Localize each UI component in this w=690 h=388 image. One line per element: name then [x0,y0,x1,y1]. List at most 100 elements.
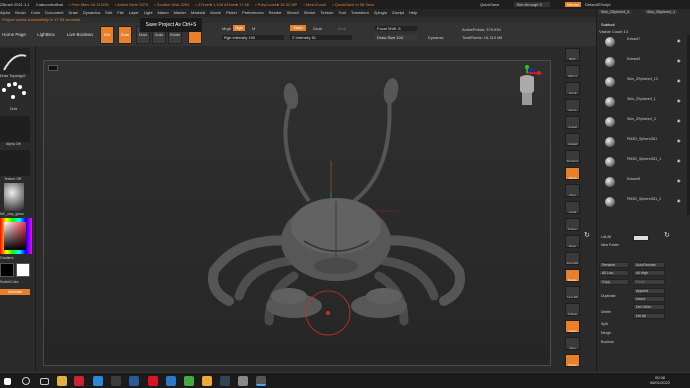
subtool-row[interactable]: Skin_ZSphere4_1 ◉ [597,95,690,107]
rgb-button[interactable]: Rgb [233,25,245,31]
material-thumbnail[interactable] [4,183,24,211]
dynamic-button[interactable]: Dynamic [428,35,444,40]
all-high-button[interactable]: All High [633,270,665,276]
insert-button[interactable]: Insert [633,296,665,302]
eye-icon[interactable]: ◉ [677,78,681,83]
app-icon-4[interactable] [148,376,158,386]
subtool-row[interactable]: Skin_ZSphere4_13 ◉ [597,75,690,87]
menu-texture[interactable]: Texture [320,10,333,15]
rtool-solo-button[interactable]: Solo [565,337,580,350]
menu-marker[interactable]: Marker [174,10,186,15]
menu-edit[interactable]: Edit [105,10,112,15]
menu-alpha[interactable]: Alpha [0,10,10,15]
auto-reorder-button[interactable]: AutoReorder [633,262,665,268]
subtool-row[interactable]: PM3D_Sphere3D1_2 ◉ [597,195,690,207]
rtool-aahalf-button[interactable]: AAHalf [565,133,580,146]
zsub-button[interactable]: Zsub [313,26,322,31]
rtool-zoom-button[interactable]: Zoom [565,99,580,112]
canvas-viewport[interactable] [43,60,551,366]
subtool-row[interactable]: PM3D_Sphere3D1_1 ◉ [597,155,690,167]
zbrush-taskbar-icon[interactable] [256,376,266,386]
mrgb-label[interactable]: Mrgb [222,26,231,31]
main-color-swatch[interactable] [16,263,30,277]
app-icon-1[interactable] [74,376,84,386]
merge-button[interactable]: Merge [599,331,629,337]
rtool-floor-button[interactable]: Floor [565,184,580,197]
m-button[interactable]: M [252,26,255,31]
rtool-line-fill-button[interactable]: Line Fill [565,286,580,299]
brush-thumbnail[interactable] [0,48,30,74]
color-picker[interactable] [0,218,32,254]
rgb-intensity-slider[interactable]: Rgb Intensity 100 [222,35,284,40]
quicksave-button[interactable]: QuickSave [480,2,499,7]
menus-button[interactable]: Menus [564,2,581,7]
rtool-ghost-button[interactable]: Ghost [565,320,580,333]
color-square[interactable] [4,222,26,250]
tab-live-boolean[interactable]: Live Boolean [64,25,96,45]
focal-shift-slider[interactable]: Focal Shift -5 [375,26,417,31]
subtool-row[interactable]: Skin_ZSphere4_3 ◉ [597,115,690,127]
subtool-row[interactable]: Extract5 ◉ [597,175,690,187]
z-intensity-slider[interactable]: Z Intensity 51 [290,35,352,40]
alpha-thumbnail[interactable] [0,116,30,142]
del-other-button[interactable]: Del Other [633,304,665,310]
search-icon[interactable] [22,377,30,385]
draw-button[interactable]: Draw [118,26,132,44]
rtool-dynamic-button[interactable]: Dynamic [565,150,580,163]
menu-macro[interactable]: Macro [157,10,168,15]
menu-picker[interactable]: Picker [226,10,237,15]
new-folder-button[interactable]: New Folder [599,243,629,249]
menu-color[interactable]: Color [31,10,41,15]
app-icon-6[interactable] [184,376,194,386]
subtool-header[interactable]: Subtool [601,22,615,27]
app-icon-2[interactable] [111,376,121,386]
subtool-row[interactable]: Extract7 ◉ [597,35,690,47]
app-icon-8[interactable] [220,376,230,386]
edit-button[interactable]: Edit [100,26,114,44]
menu-document[interactable]: Document [45,10,63,15]
secondary-color-swatch[interactable] [0,263,14,277]
copy-button[interactable]: Copy [599,279,629,285]
menu-help[interactable]: Help [409,10,417,15]
rtool-bpr-button[interactable]: BPR [565,48,580,61]
menu-tool[interactable]: Tool [338,10,345,15]
subtool-row[interactable]: Extract3 ◉ [597,55,690,67]
app-icon-5[interactable] [166,376,176,386]
rtool-spix-3-button[interactable]: SPix 3 [565,65,580,78]
menu-movie[interactable]: Movie [210,10,221,15]
menu-light[interactable]: Light [144,10,153,15]
edge-icon[interactable] [93,376,103,386]
rtool-rotate-button[interactable]: Rotate [565,269,580,282]
app-icon-9[interactable] [238,376,248,386]
menu-material[interactable]: Material [191,10,205,15]
rtool-zoom3d-button[interactable]: Zoom3D [565,252,580,265]
subtool-row[interactable]: PM3D_Sphere3D1 ◉ [597,135,690,147]
menu-stroke[interactable]: Stroke [304,10,316,15]
app-icon-3[interactable] [129,376,139,386]
menu-stencil[interactable]: Stencil [287,10,299,15]
windows-start-icon[interactable] [4,378,11,385]
rtool-persp-button[interactable]: Persp [565,167,580,180]
eye-icon[interactable]: ◉ [677,58,681,63]
menu-render[interactable]: Render [269,10,282,15]
rtool-xpose-button[interactable]: Xpose [565,354,580,367]
rtool-transp-button[interactable]: Transp [565,303,580,316]
draw-size-slider[interactable]: Draw Size 104 [375,35,417,40]
stroke-thumbnail[interactable] [0,80,30,106]
gradient-label[interactable]: Gradient [0,256,13,260]
all-low-button[interactable]: All Low [599,270,629,276]
eye-icon[interactable]: ◉ [677,138,681,143]
menu-transform[interactable]: Transform [351,10,369,15]
rename-button[interactable]: Rename [599,262,629,268]
seethrough-slider[interactable]: See-through 0 [514,2,550,7]
zadd-button[interactable]: Zadd [290,25,306,31]
tool-tab-1[interactable]: Skin_ZSphere4_5 [599,10,632,14]
menu-brush[interactable]: Brush [15,10,25,15]
zcut-button[interactable]: Zcut [338,26,346,31]
duplicate-button[interactable]: Duplicate [599,294,629,300]
eye-icon[interactable]: ◉ [677,198,681,203]
delete-button[interactable]: Delete [599,310,629,316]
alternate-button[interactable]: Alternate [0,289,30,295]
eye-icon[interactable]: ◉ [677,178,681,183]
rtool-move-button[interactable]: Move [565,235,580,248]
